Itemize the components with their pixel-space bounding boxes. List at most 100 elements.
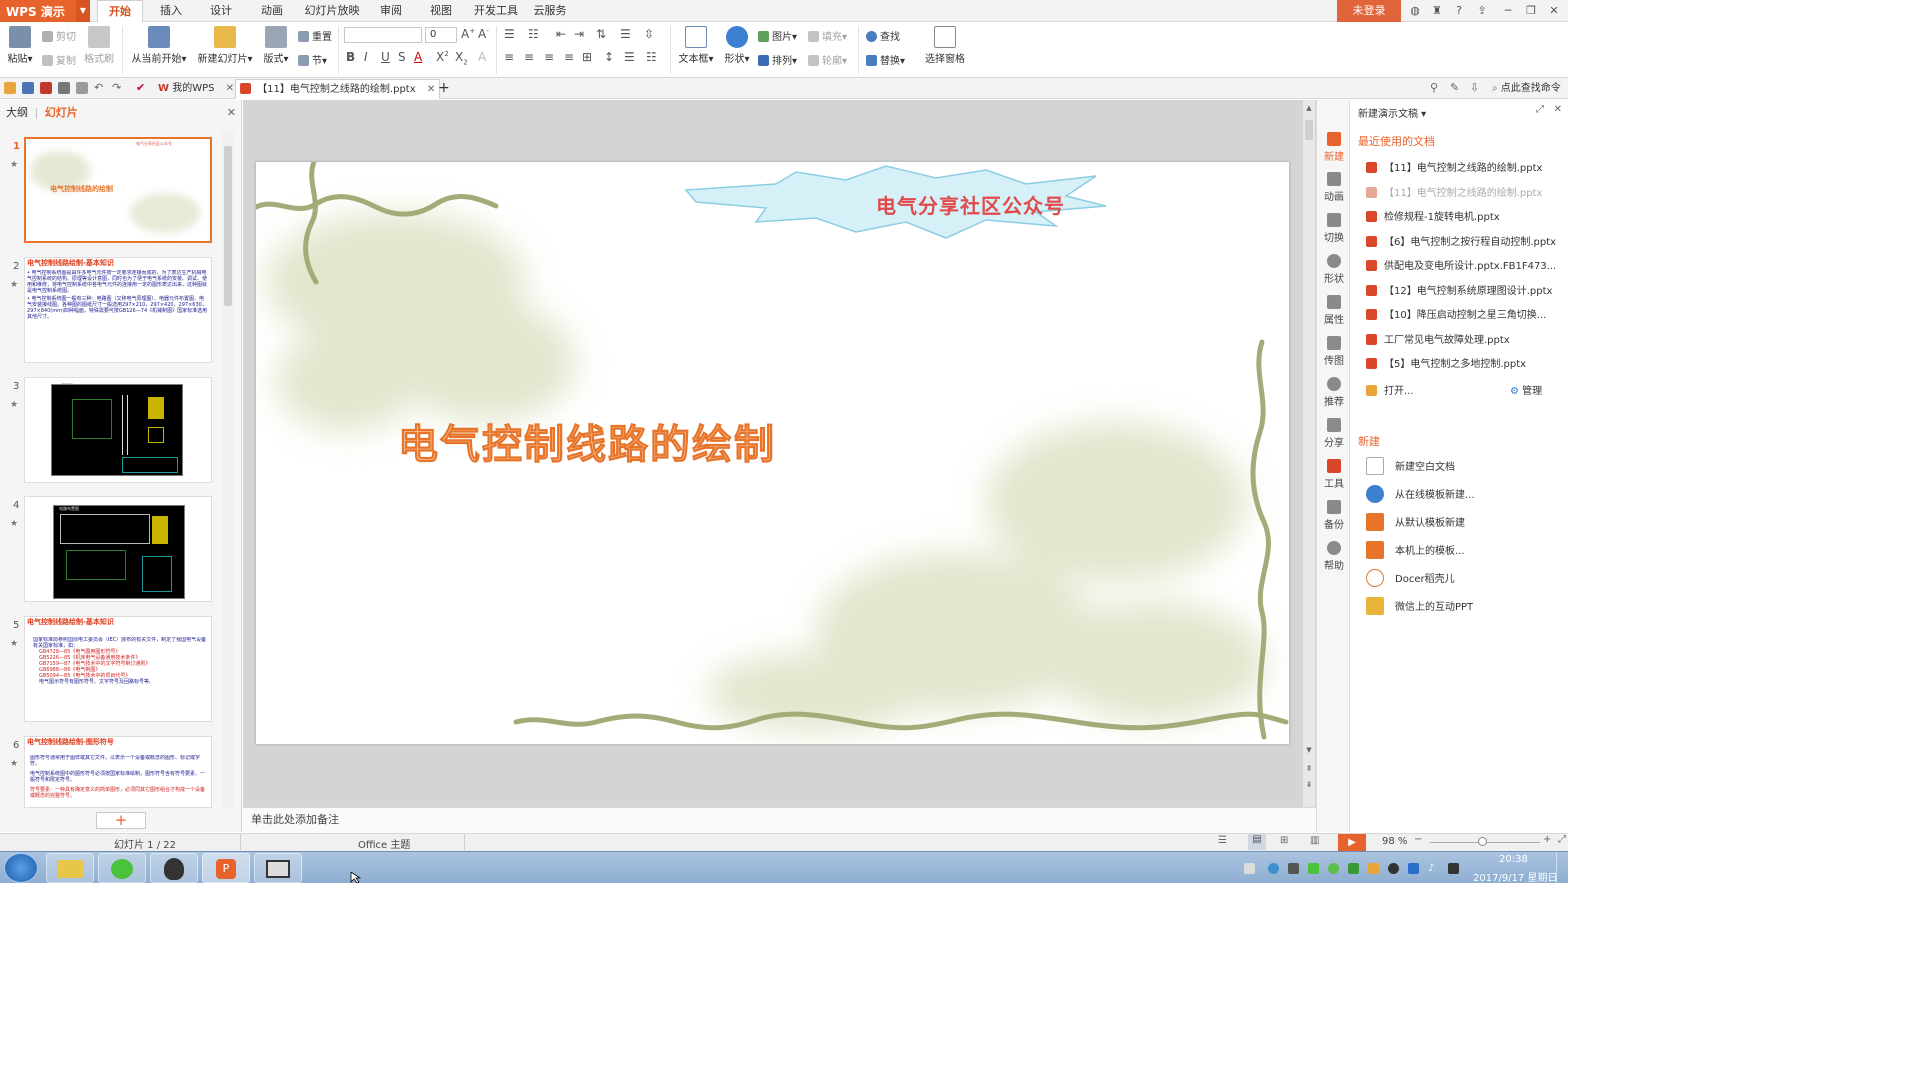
copy-button[interactable]: 复制 [42, 52, 76, 67]
close-icon[interactable]: ✕ [1554, 104, 1562, 115]
shirt-icon[interactable]: ♜ [1425, 0, 1449, 22]
print-preview-icon[interactable] [76, 82, 88, 94]
paragraph-spacing-icon[interactable]: ☰ [624, 50, 635, 64]
slide-sorter-icon[interactable]: ⊞ [1280, 835, 1288, 846]
columns-icon[interactable]: ☰ [620, 27, 631, 41]
start-button[interactable] [4, 853, 38, 883]
side-animation-button[interactable]: 动画 [1317, 172, 1351, 203]
slide-thumbnail[interactable]: 电气控制线路绘制-基本知识 • 电气控制系统图是由许多电气元件按一定要求连接而成… [24, 257, 212, 363]
new-slide-button[interactable]: 新建幻灯片▾ [194, 24, 256, 65]
tab-outline[interactable]: 大纲 [6, 106, 28, 119]
command-search-input[interactable]: ⌕ 点此查找命令 [1488, 79, 1565, 99]
textbox-button[interactable]: 文本框▾ [676, 24, 716, 65]
superscript-icon[interactable]: X2 [436, 50, 449, 64]
tray-app-icon[interactable] [1328, 863, 1339, 874]
recent-item[interactable]: 【11】电气控制之线路的绘制.pptx [1366, 159, 1562, 174]
customize-icon[interactable]: ✔ [136, 82, 148, 94]
side-shape-button[interactable]: 形状 [1317, 254, 1351, 285]
align-center-icon[interactable]: ≡ [524, 50, 534, 64]
cut-button[interactable]: 剪切 [42, 28, 76, 43]
taskbar-app[interactable] [254, 853, 302, 883]
open-icon[interactable] [4, 82, 16, 94]
thumbnail-scrollbar[interactable] [222, 132, 234, 808]
close-icon[interactable]: ✕ [226, 83, 234, 94]
tray-app-icon[interactable] [1368, 863, 1379, 874]
network-icon[interactable] [1448, 863, 1459, 874]
side-upload-image-button[interactable]: 传图 [1317, 336, 1351, 367]
line-spacing-icon[interactable]: ↕ [604, 50, 614, 64]
print-icon[interactable] [58, 82, 70, 94]
open-button[interactable]: 打开... [1366, 382, 1456, 397]
manage-button[interactable]: ⚙ 管理 [1510, 382, 1542, 397]
star-icon[interactable]: ★ [10, 160, 18, 170]
local-template-button[interactable]: 本机上的模板... [1366, 541, 1562, 559]
side-recommend-button[interactable]: 推荐 [1317, 377, 1351, 408]
slide-banner[interactable]: 电气分享社区公众号 [876, 190, 1065, 219]
layout-button[interactable]: 版式▾ [260, 24, 292, 65]
arrange-button[interactable]: 排列▾ [758, 52, 797, 67]
undo-icon[interactable]: ↶ [94, 82, 106, 94]
normal-view-icon[interactable]: ▤ [1248, 834, 1266, 850]
align-left-icon[interactable]: ≡ [504, 50, 514, 64]
tab-slideshow[interactable]: 幻灯片放映 [301, 0, 363, 22]
minimize-icon[interactable]: ─ [1496, 0, 1520, 22]
note-icon[interactable]: ✎ [1450, 82, 1462, 94]
scrollbar-thumb[interactable] [224, 146, 232, 306]
outline-button[interactable]: 轮廓▾ [808, 52, 847, 67]
save-icon[interactable] [22, 82, 34, 94]
picture-button[interactable]: 图片▾ [758, 28, 797, 43]
share-icon[interactable]: ⇪ [1470, 0, 1494, 22]
tray-app-icon[interactable] [1288, 863, 1299, 874]
subscript-icon[interactable]: X2 [455, 50, 468, 66]
tab-home[interactable]: 开始 [97, 0, 143, 22]
decrease-indent-icon[interactable]: ⇤ [556, 27, 566, 41]
tray-keyboard-icon[interactable] [1244, 863, 1255, 874]
new-online-template-button[interactable]: 从在线模板新建... [1366, 485, 1562, 503]
tab-slides[interactable]: 幻灯片 [45, 106, 78, 119]
backup-icon[interactable]: ⇩ [1470, 82, 1482, 94]
docer-button[interactable]: Docer稻壳儿 [1366, 569, 1562, 587]
reset-button[interactable]: 重置 [298, 28, 332, 43]
tab-document[interactable]: 【11】电气控制之线路的绘制.pptx ✕ [235, 79, 441, 99]
star-icon[interactable]: ★ [10, 639, 18, 649]
side-tools-button[interactable]: 工具 [1317, 459, 1351, 490]
close-icon[interactable]: ✕ [227, 100, 236, 126]
tab-review[interactable]: 审阅 [370, 0, 412, 22]
tray-wechat-icon[interactable] [1308, 863, 1319, 874]
notes-input[interactable]: 单击此处添加备注 [243, 807, 1316, 833]
from-current-button[interactable]: 从当前开始▾ [128, 24, 190, 65]
paragraph-icon[interactable]: ☷ [646, 50, 657, 64]
text-direction-icon[interactable]: ⇅ [596, 27, 606, 41]
side-share-button[interactable]: 分享 [1317, 418, 1351, 449]
slide-title[interactable]: 电气控制线路的绘制 [398, 412, 776, 470]
shape-button[interactable]: 形状▾ [722, 24, 752, 65]
new-default-template-button[interactable]: 从默认模板新建 [1366, 513, 1562, 531]
skin-icon[interactable]: ◍ [1403, 0, 1427, 22]
chevron-down-icon[interactable]: ▼ [76, 0, 90, 22]
slide-canvas[interactable]: 电气分享社区公众号 电气控制线路的绘制 [256, 162, 1289, 744]
slide-thumbnail[interactable]: 电气分享社区公众号 电气控制线路的绘制 [24, 137, 212, 243]
tab-my-wps[interactable]: W 我的WPS ✕ [154, 79, 238, 99]
redo-icon[interactable]: ↷ [112, 82, 124, 94]
bold-icon[interactable]: B [346, 50, 355, 64]
play-slideshow-button[interactable]: ▶ [1338, 834, 1366, 851]
prev-slide-icon[interactable]: ⇞ [1303, 764, 1315, 773]
new-blank-button[interactable]: 新建空白文档 [1366, 457, 1562, 475]
side-new-button[interactable]: 新建 [1317, 132, 1351, 163]
bullet-list-icon[interactable]: ☰ [504, 27, 515, 41]
recent-item[interactable]: 工厂常见电气故障处理.pptx [1366, 331, 1562, 346]
add-slide-button[interactable]: + [96, 812, 146, 829]
tab-design[interactable]: 设计 [200, 0, 242, 22]
slide-thumbnail[interactable]: 电路布置图 [24, 496, 212, 602]
recent-item[interactable]: 【12】电气控制系统原理图设计.pptx [1366, 282, 1562, 297]
side-properties-button[interactable]: 属性 [1317, 295, 1351, 326]
task-pane-title[interactable]: 新建演示文稿 ▾ [1358, 105, 1426, 120]
justify-icon[interactable]: ≡ [564, 50, 574, 64]
pin-icon[interactable]: ⤢ [1536, 104, 1544, 115]
selection-pane-button[interactable]: 选择窗格 [922, 24, 968, 65]
underline-icon[interactable]: U [381, 50, 390, 64]
notes-toggle-icon[interactable]: ☰ [1218, 835, 1227, 846]
shrink-font-icon[interactable]: A- [478, 27, 489, 41]
slide-thumbnail[interactable]: 电气控制线路绘制-基本知识 国家标准局参照国际电工委员会（IEC）颁布的有关文件… [24, 616, 212, 722]
align-right-icon[interactable]: ≡ [544, 50, 554, 64]
